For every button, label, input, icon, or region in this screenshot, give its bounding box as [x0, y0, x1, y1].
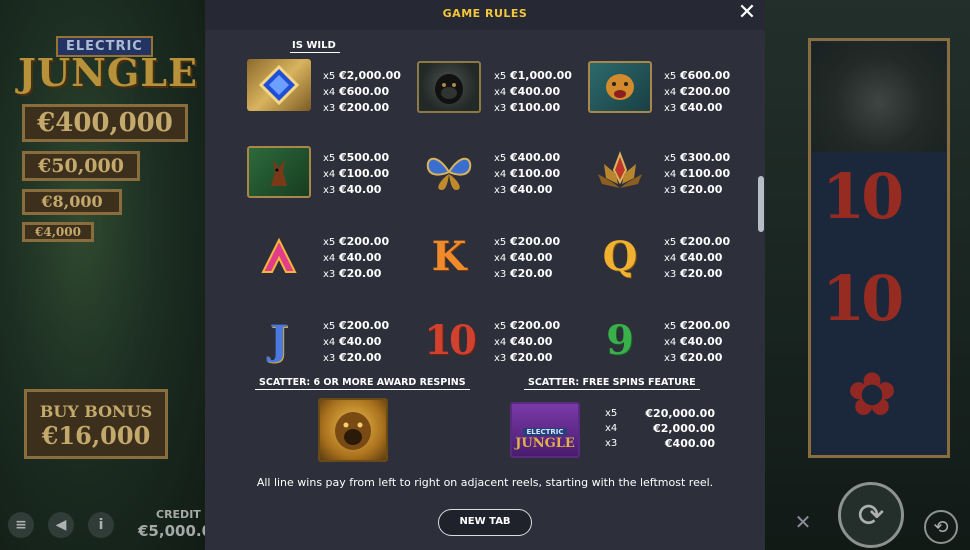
- number-10-icon: 10: [424, 316, 477, 364]
- close-icon[interactable]: ✕: [735, 2, 759, 26]
- jaguar-icon: [588, 61, 652, 113]
- logo-big-text: JUNGLE: [18, 50, 198, 95]
- number-9-icon: 9: [606, 316, 634, 364]
- pay-table-q: x5 €200.00 x4 €40.00 x3 €20.00: [664, 235, 731, 280]
- reel-ten-symbol: 10: [822, 160, 904, 233]
- jackpot-grand: €400,000: [22, 104, 188, 142]
- gorilla-icon: [417, 61, 481, 113]
- pay-table-gorilla: x5 €1,000.00 x4 €400.00 x3 €100.00: [494, 69, 572, 114]
- credit-value: €5,000.0: [138, 522, 213, 540]
- autoplay-icon[interactable]: ⟲: [924, 510, 958, 544]
- reel-lotus-symbol: ✿: [846, 360, 898, 430]
- pay-table-a: x5 €200.00 x4 €40.00 x3 €20.00: [323, 235, 390, 280]
- new-tab-button[interactable]: NEW TAB: [438, 509, 532, 536]
- wild-label: IS WILD: [290, 40, 340, 53]
- butterfly-icon: [417, 146, 481, 198]
- pay-table-lotus: x5 €300.00 x4 €100.00 x3 €20.00: [664, 151, 731, 196]
- letter-k-icon: K: [431, 232, 467, 280]
- jackpot-mini: €4,000: [22, 222, 94, 242]
- reel-ten-symbol: 10: [822, 262, 904, 335]
- gorilla-scatter-icon: [318, 398, 388, 462]
- okapi-icon: [247, 146, 311, 198]
- bottom-toolbar: ≡ ◀ i: [8, 512, 114, 538]
- lotus-icon: [588, 146, 652, 198]
- refresh-icon[interactable]: ⟳: [838, 482, 904, 548]
- pay-table-10: x5 €200.00 x4 €40.00 x3 €20.00: [494, 319, 561, 364]
- jackpot-minor: €8,000: [22, 189, 122, 215]
- credit-label: CREDIT: [156, 508, 201, 521]
- game-logo: ELECTRIC JUNGLE: [18, 36, 197, 98]
- wild-gem-icon: [247, 59, 311, 111]
- modal-title: GAME RULES: [442, 7, 528, 20]
- buy-bonus-button[interactable]: BUY BONUS €16,000: [24, 389, 168, 459]
- pay-table-jaguar: x5 €600.00 x4 €200.00 x3 €40.00: [664, 69, 731, 114]
- turbo-off-icon[interactable]: ✕: [788, 510, 818, 540]
- pay-table-okapi: x5 €500.00 x4 €100.00 x3 €40.00: [323, 151, 390, 196]
- game-rules-modal: GAME RULES ✕ IS WILD x5 €2,000.00 x4 €600.…: [205, 0, 765, 550]
- scatter-logo-small: ELECTRIC: [523, 427, 567, 436]
- info-icon[interactable]: i: [88, 512, 114, 538]
- pay-table-k: x5 €200.00 x4 €40.00 x3 €20.00: [494, 235, 561, 280]
- pay-table-j: x5 €200.00 x4 €40.00 x3 €20.00: [323, 319, 390, 364]
- pay-table-free-spins-scatter: x5 €20,000.00 x4 €2,000.00 x3 €400.00: [605, 407, 715, 450]
- letter-q-icon: Q: [602, 232, 638, 280]
- pay-table-9: x5 €200.00 x4 €40.00 x3 €20.00: [664, 319, 731, 364]
- buy-bonus-label: BUY BONUS: [39, 402, 153, 421]
- jackpot-major: €50,000: [22, 151, 140, 181]
- hamburger-icon[interactable]: ≡: [8, 512, 34, 538]
- free-spins-scatter-icon: ELECTRIC JUNGLE: [510, 402, 580, 458]
- scatter-free-spins-label: SCATTER: FREE SPINS FEATURE: [524, 377, 700, 390]
- scatter-logo-big: JUNGLE: [515, 435, 575, 451]
- letter-a-icon: [247, 230, 311, 282]
- scrollbar[interactable]: [758, 176, 764, 232]
- letter-j-icon: J: [269, 316, 289, 364]
- line-wins-footnote: All line wins pay from left to right on …: [256, 476, 714, 489]
- speaker-icon[interactable]: ◀: [48, 512, 74, 538]
- buy-bonus-value: €16,000: [41, 421, 151, 450]
- pay-table-wild: x5 €2,000.00 x4 €600.00 x3 €200.00: [323, 69, 401, 114]
- pay-table-butterfly: x5 €400.00 x4 €100.00 x3 €40.00: [494, 151, 561, 196]
- scatter-respins-label: SCATTER: 6 OR MORE AWARD RESPINS: [255, 377, 470, 390]
- reel-gorilla-symbol: [812, 42, 946, 152]
